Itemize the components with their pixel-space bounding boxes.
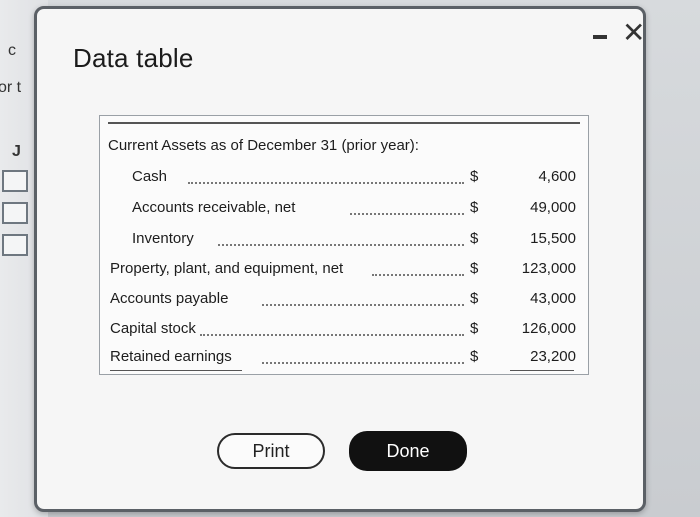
row-value: 15,500 bbox=[530, 230, 576, 247]
currency-symbol: $ bbox=[470, 348, 479, 365]
background-text-fragment: c bbox=[8, 42, 16, 59]
leader-dots bbox=[200, 332, 464, 336]
background-text-fragment: or t bbox=[0, 79, 22, 96]
row-label: Accounts receivable, net bbox=[132, 199, 300, 216]
currency-symbol: $ bbox=[470, 230, 479, 247]
table-row: Capital stock $ 126,000 bbox=[100, 320, 588, 344]
row-label: Inventory bbox=[132, 230, 198, 247]
total-underline bbox=[110, 370, 242, 371]
background-text-fragment: J bbox=[12, 143, 21, 160]
done-button[interactable]: Done bbox=[349, 431, 467, 471]
background-input-box bbox=[2, 170, 28, 192]
data-table-dialog: Data table ✕ Current Assets as of Decemb… bbox=[34, 6, 646, 512]
leader-dots bbox=[350, 211, 464, 215]
row-label: Cash bbox=[132, 168, 172, 185]
table-top-rule bbox=[108, 122, 580, 124]
close-icon[interactable]: ✕ bbox=[622, 19, 645, 47]
table-heading: Current Assets as of December 31 (prior … bbox=[108, 137, 419, 154]
row-label: Capital stock bbox=[110, 320, 200, 337]
row-value: 43,000 bbox=[530, 290, 576, 307]
table-row: Accounts receivable, net $ 49,000 bbox=[100, 199, 588, 223]
background-input-box bbox=[2, 202, 28, 224]
leader-dots bbox=[218, 242, 464, 246]
table-row: Cash $ 4,600 bbox=[100, 168, 588, 192]
row-value: 126,000 bbox=[521, 320, 576, 337]
table-row: Property, plant, and equipment, net $ 12… bbox=[100, 260, 588, 284]
row-label: Property, plant, and equipment, net bbox=[110, 260, 348, 277]
currency-symbol: $ bbox=[470, 320, 479, 337]
leader-dots bbox=[262, 302, 464, 306]
leader-dots bbox=[372, 272, 464, 276]
currency-symbol: $ bbox=[470, 168, 479, 185]
currency-symbol: $ bbox=[470, 290, 479, 307]
table-row: Inventory $ 15,500 bbox=[100, 230, 588, 254]
total-underline bbox=[510, 370, 574, 371]
data-table: Current Assets as of December 31 (prior … bbox=[99, 115, 589, 375]
minimize-icon[interactable] bbox=[593, 35, 607, 39]
background-input-box bbox=[2, 234, 28, 256]
row-label: Retained earnings bbox=[110, 348, 236, 365]
row-value: 4,600 bbox=[538, 168, 576, 185]
dialog-title: Data table bbox=[73, 43, 194, 73]
row-value: 123,000 bbox=[521, 260, 576, 277]
row-label: Accounts payable bbox=[110, 290, 233, 307]
leader-dots bbox=[188, 180, 464, 184]
leader-dots bbox=[262, 360, 464, 364]
row-value: 23,200 bbox=[530, 348, 576, 365]
print-button[interactable]: Print bbox=[217, 433, 325, 469]
currency-symbol: $ bbox=[470, 199, 479, 216]
table-row: Accounts payable $ 43,000 bbox=[100, 290, 588, 314]
currency-symbol: $ bbox=[470, 260, 479, 277]
table-row: Retained earnings $ 23,200 bbox=[100, 348, 588, 372]
row-value: 49,000 bbox=[530, 199, 576, 216]
